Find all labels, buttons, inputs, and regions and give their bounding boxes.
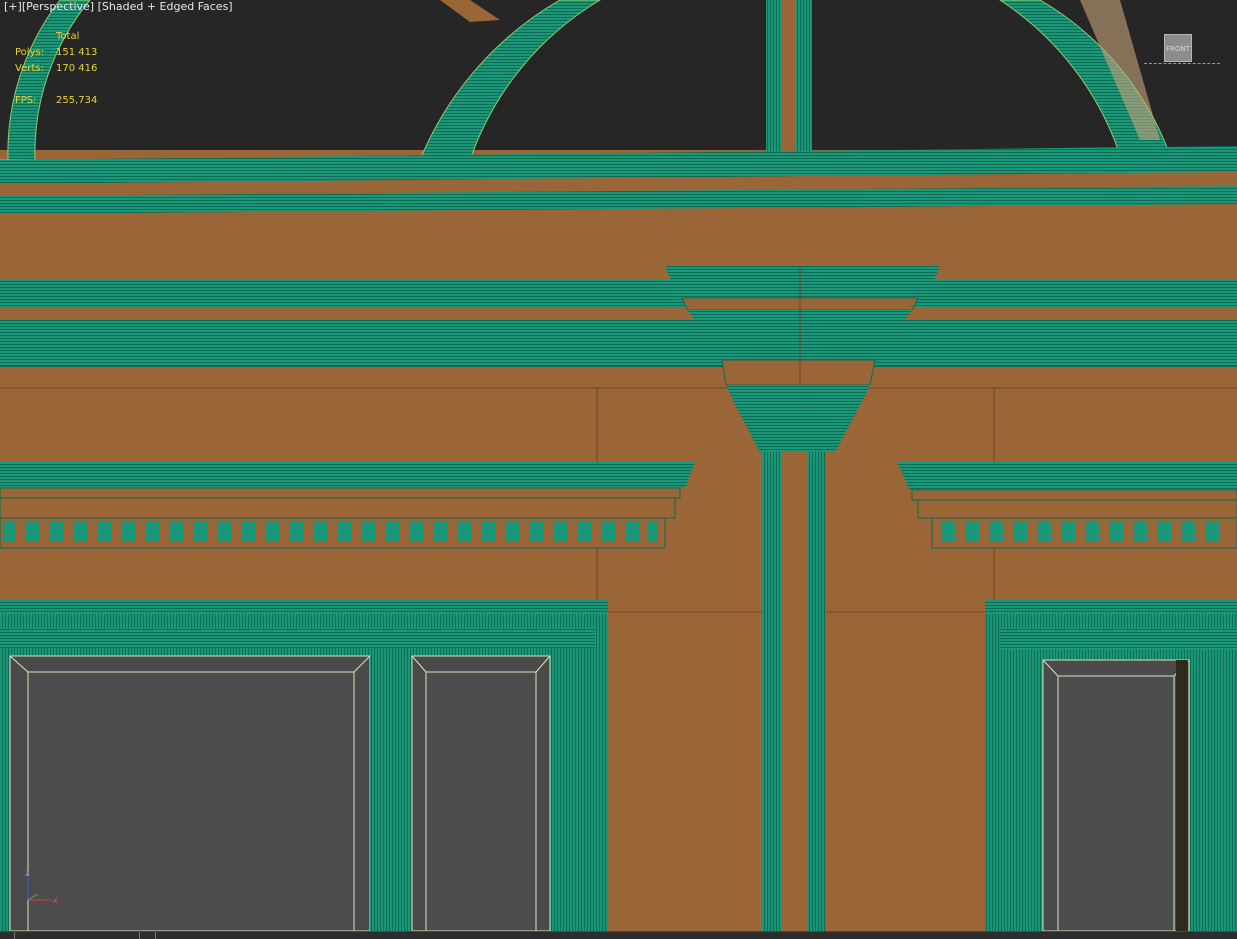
fps-value: 255,734 [56,95,98,106]
axis-tripod-icon: z x [25,869,58,905]
stats-header: Total [56,31,80,42]
scene-statistics: Total Polys: 151 413 Verts: 170 416 FPS:… [15,29,97,109]
axis-x-label: x [53,896,58,905]
verts-value: 170 416 [56,63,98,74]
right-window [985,600,1237,931]
stats-fps-row: FPS: 255,734 [15,93,97,109]
left-window-cornice [0,462,695,549]
stats-spacer [15,77,97,93]
axis-z-label: z [25,869,29,878]
fps-label: FPS: [15,95,37,106]
stats-polys-row: Polys: 151 413 [15,45,97,61]
polys-value: 151 413 [56,47,98,58]
viewport-menu-button[interactable]: [+] [4,0,22,13]
stats-verts-row: Verts: 170 416 [15,61,97,77]
viewport-label: [+][Perspective] [Shaded + Edged Faces] [4,0,233,13]
view-type-button[interactable]: [Perspective] [22,0,94,13]
shading-mode-button[interactable]: [Shaded + Edged Faces] [98,0,233,13]
right-window-cornice [897,462,1237,549]
polys-label: Polys: [15,47,45,58]
left-window [0,600,608,931]
viewcube[interactable]: FRONT [1144,30,1224,74]
viewcube-front-face[interactable]: FRONT [1164,34,1192,62]
scene-render[interactable] [0,0,1237,931]
verts-label: Verts: [15,63,44,74]
perspective-viewport[interactable]: [+][Perspective] [Shaded + Edged Faces] … [0,0,1237,938]
center-pilaster [762,452,826,931]
viewcube-compass-ring[interactable] [1144,63,1220,67]
